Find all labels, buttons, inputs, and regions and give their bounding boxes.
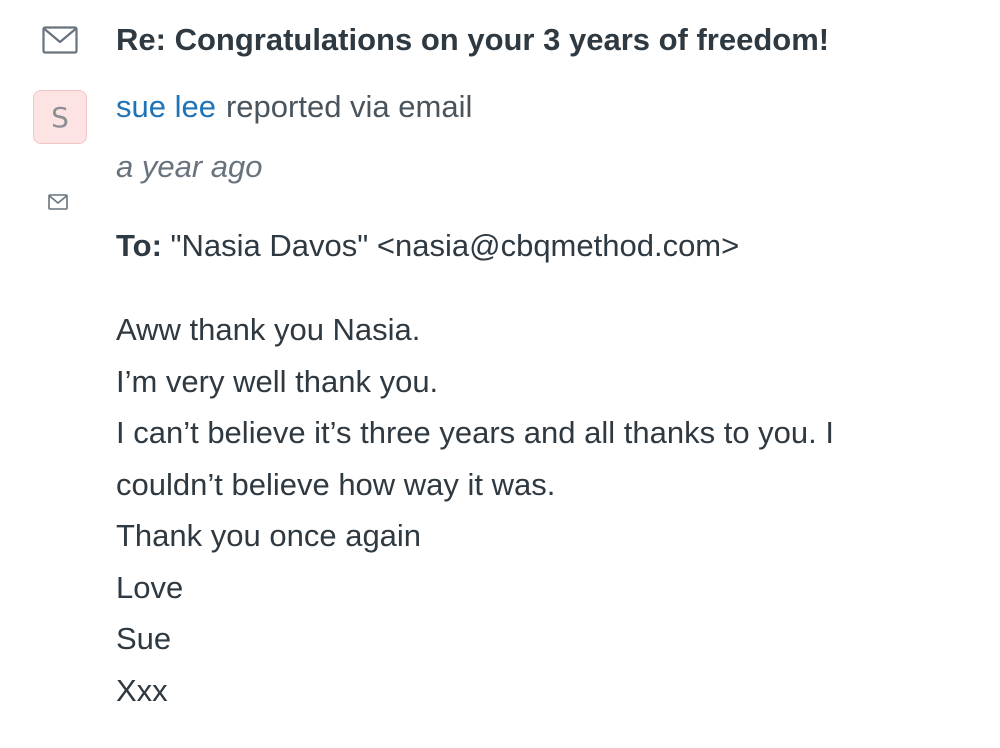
avatar-initial: S <box>51 100 69 134</box>
body-line: Thank you once again <box>116 518 422 553</box>
body-line: Love <box>116 569 184 605</box>
body-line: Sue <box>116 621 172 656</box>
reported-via-text: reported via email <box>225 89 473 124</box>
to-value: "Nasia Davos" <nasia@cbqmethod.com> <box>170 228 740 263</box>
body-line: couldn’t believe how way it was. <box>116 466 556 502</box>
message-meta: sue lee reported via email <box>116 89 472 125</box>
body-line: I’m very well thank you. <box>116 363 439 399</box>
body-line: Xxx <box>116 672 168 708</box>
body-line: I can’t believe it’s three years and all… <box>116 415 834 450</box>
gutter: S <box>0 0 100 748</box>
avatar[interactable]: S <box>33 90 87 144</box>
author-link[interactable]: sue lee <box>116 89 216 124</box>
to-label: To: <box>116 228 162 263</box>
message-timestamp[interactable]: a year ago <box>116 149 263 185</box>
body-line: Aww thank you Nasia. <box>116 312 421 347</box>
message-envelope-icon <box>48 194 68 210</box>
ticket-subject: Re: Congratulations on your 3 years of f… <box>116 22 830 57</box>
recipient-line: To: "Nasia Davos" <nasia@cbqmethod.com> <box>116 228 739 264</box>
envelope-icon <box>42 26 78 54</box>
message-body: Aww thank you Nasia. I’m very well thank… <box>116 304 976 716</box>
